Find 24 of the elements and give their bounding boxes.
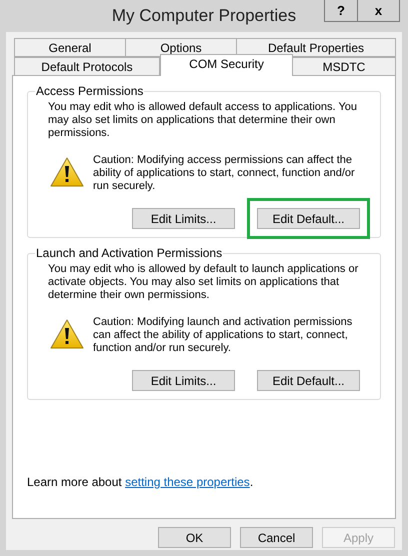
description-text: You may edit who is allowed default access to applications. You may also set limits on applications that determine their own permissions. xyxy=(48,101,358,140)
edit-button[interactable]: Edit Limits... xyxy=(132,370,235,391)
edit-button[interactable]: Edit Limits... xyxy=(132,208,235,229)
caution-text: Caution: Modifying launch and activation permissions can affect the ability of applications to start, connect, function and/or run securely. xyxy=(93,316,354,355)
dialog-button[interactable]: OK xyxy=(158,527,231,548)
tab[interactable]: Default Properties xyxy=(237,38,396,57)
close-button[interactable]: x xyxy=(358,0,400,22)
dialog-button[interactable]: Cancel xyxy=(240,527,313,548)
description-text: You may edit who is allowed by default to launch applications or activate objects. You may also set limits on applications that determine their own permissions. xyxy=(48,263,360,302)
group-title: Launch and Activation Permissions xyxy=(35,245,224,262)
caution-text: Caution: Modifying access permissions can affect the ability of applications to start, connect, function and/or run securely. xyxy=(93,154,356,193)
edit-button[interactable]: Edit Default... xyxy=(257,370,360,391)
tab[interactable]: Default Protocols xyxy=(14,57,160,76)
tab[interactable]: COM Security xyxy=(160,54,293,76)
edit-button[interactable]: Edit Default... xyxy=(257,208,360,229)
learn-more-text: Learn more about setting these properties. xyxy=(27,474,254,491)
warning-icon xyxy=(50,157,84,187)
group-title: Access Permissions xyxy=(35,83,144,100)
window-title: My Computer Properties xyxy=(112,5,296,28)
tab[interactable]: MSDTC xyxy=(293,57,396,76)
help-button[interactable]: ? xyxy=(324,0,358,22)
tab[interactable]: General xyxy=(14,38,126,57)
properties-link[interactable]: setting these properties xyxy=(125,475,250,489)
warning-icon xyxy=(50,319,84,349)
